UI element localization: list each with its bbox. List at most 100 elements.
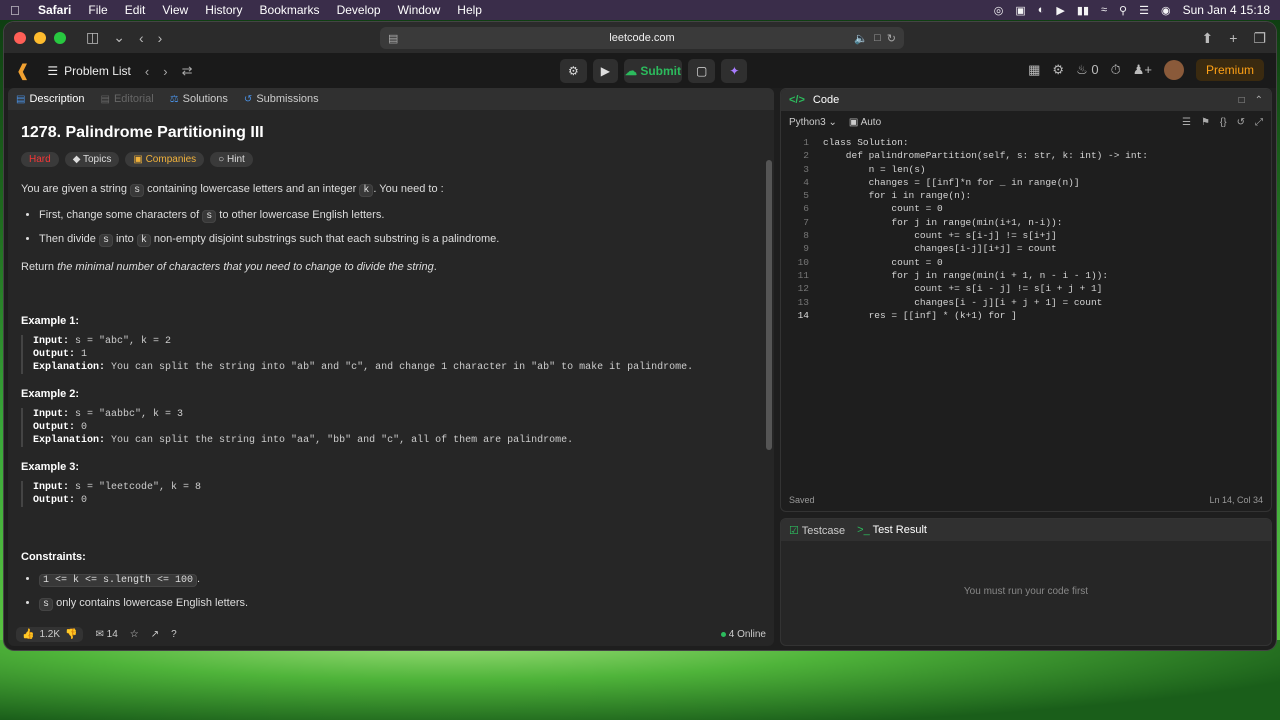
ai-assist-button[interactable]: ✦ — [721, 59, 748, 83]
comments-button[interactable]: ✉ 14 — [95, 629, 117, 640]
code-line[interactable]: 11 for j in range(min(i + 1, n - i - 1))… — [781, 269, 1271, 282]
code-text[interactable]: count += s[i - j] != s[i + j + 1] — [809, 282, 1102, 295]
back-icon[interactable]: ‹ — [139, 30, 144, 46]
code-line[interactable]: 13 changes[i - j][i + j + 1] = count — [781, 296, 1271, 309]
menu-develop[interactable]: Develop — [337, 3, 381, 17]
play-icon[interactable]: ▶ — [1056, 4, 1064, 17]
code-line[interactable]: 10 count = 0 — [781, 256, 1271, 269]
forward-icon[interactable]: › — [158, 30, 163, 46]
tab-solutions[interactable]: ⚖ Solutions — [170, 93, 228, 105]
code-line[interactable]: 3 n = len(s) — [781, 163, 1271, 176]
siri-icon[interactable]: ◉ — [1161, 4, 1171, 17]
braces-icon[interactable]: {} — [1220, 117, 1227, 128]
code-editor[interactable]: 1 class Solution: 2 def palindromePartitio… — [781, 133, 1271, 322]
url-text[interactable]: leetcode.com — [609, 32, 674, 44]
format-icon[interactable]: ☰ — [1182, 117, 1191, 128]
translate-icon[interactable]: □ — [874, 32, 881, 45]
tab-test-result[interactable]: >_ Test Result — [857, 524, 927, 536]
menu-datetime[interactable]: Sun Jan 4 15:18 — [1183, 3, 1270, 17]
menu-window[interactable]: Window — [398, 3, 441, 17]
code-line[interactable]: 12 count += s[i - j] != s[i + j + 1] — [781, 282, 1271, 295]
code-text[interactable]: res = [[inf] * (k+1) for ] — [809, 309, 1017, 322]
address-bar[interactable]: ▤ leetcode.com 🔈 □ ↻ — [380, 27, 904, 49]
search-icon[interactable]: ⚲ — [1119, 4, 1127, 17]
run-button[interactable]: ▶ — [592, 59, 618, 83]
minimize-window-button[interactable] — [34, 31, 46, 44]
screen-icon[interactable]: ▣ — [1015, 4, 1025, 17]
description-scrollbar[interactable] — [766, 160, 772, 450]
menu-view[interactable]: View — [162, 3, 188, 17]
avatar[interactable] — [1163, 60, 1184, 80]
menu-app-name[interactable]: Safari — [38, 3, 71, 17]
code-text[interactable]: changes = [[inf]*n for _ in range(n)] — [809, 176, 1080, 189]
gear-icon[interactable]: ⚙ — [1052, 62, 1064, 78]
control-center-icon[interactable]: ☰ — [1139, 4, 1149, 17]
language-select[interactable]: Python3 ⌄ — [789, 117, 837, 128]
prev-problem-icon[interactable]: ‹ — [145, 64, 149, 79]
topics-tag[interactable]: ◆ Topics — [64, 152, 120, 167]
share-icon[interactable]: ↗ — [151, 629, 159, 640]
audio-icon[interactable]: 🔈 — [854, 32, 868, 45]
code-line[interactable]: 8 count += s[i-j] != s[i+j] — [781, 229, 1271, 242]
shuffle-icon[interactable]: ⇄ — [182, 63, 193, 79]
add-user-icon[interactable]: ♟+ — [1133, 62, 1152, 78]
code-line[interactable]: 6 count = 0 — [781, 202, 1271, 215]
notes-button[interactable]: ▢ — [688, 59, 716, 83]
code-text[interactable]: changes[i-j][i+j] = count — [809, 242, 1057, 255]
tab-testcase[interactable]: ☑ Testcase — [789, 524, 845, 537]
tab-description[interactable]: ▤ Description — [16, 93, 84, 105]
code-line[interactable]: 14 res = [[inf] * (k+1) for ] — [781, 309, 1271, 322]
problem-title[interactable]: 1278. Palindrome Partitioning III — [21, 124, 761, 142]
menu-help[interactable]: Help — [457, 3, 482, 17]
menu-history[interactable]: History — [205, 3, 242, 17]
maximize-icon[interactable]: □ — [1239, 95, 1245, 106]
tab-submissions[interactable]: ↺ Submissions — [244, 93, 319, 105]
timer-icon[interactable]: ⏱ — [1111, 62, 1121, 78]
next-problem-icon[interactable]: › — [163, 64, 167, 79]
apple-icon[interactable]:  — [10, 3, 24, 18]
reload-icon[interactable]: ↻ — [887, 32, 896, 45]
premium-button[interactable]: Premium — [1195, 59, 1264, 81]
code-line[interactable]: 9 changes[i-j][i+j] = count — [781, 242, 1271, 255]
tab-overview-icon[interactable]: ❐ — [1253, 30, 1266, 47]
submit-button[interactable]: ☁ Submit — [624, 59, 682, 83]
code-text[interactable]: count = 0 — [809, 202, 942, 215]
code-text[interactable]: for j in range(min(i + 1, n - i - 1)): — [809, 269, 1108, 282]
code-line[interactable]: 4 changes = [[inf]*n for _ in range(n)] — [781, 176, 1271, 189]
code-line[interactable]: 1 class Solution: — [781, 136, 1271, 149]
code-text[interactable]: def palindromePartition(self, s: str, k:… — [809, 149, 1148, 162]
chevron-down-icon[interactable]: ⌄ — [113, 29, 125, 46]
help-icon[interactable]: ? — [171, 629, 177, 640]
thumbs-down-icon[interactable]: 👎 — [65, 629, 77, 640]
menu-file[interactable]: File — [88, 3, 107, 17]
leetcode-logo-icon[interactable]: ❰ — [16, 61, 29, 81]
code-text[interactable]: for j in range(min(i+1, n-i)): — [809, 216, 1062, 229]
zoom-window-button[interactable] — [54, 31, 66, 44]
streak-button[interactable]: ♨ 0 — [1076, 62, 1099, 78]
collapse-icon[interactable]: ⌃ — [1255, 95, 1263, 106]
code-line[interactable]: 7 for j in range(min(i+1, n-i)): — [781, 216, 1271, 229]
code-line[interactable]: 5 for i in range(n): — [781, 189, 1271, 202]
debug-button[interactable]: ⚙ — [560, 59, 587, 83]
code-text[interactable]: for i in range(n): — [809, 189, 972, 202]
menu-bookmarks[interactable]: Bookmarks — [260, 3, 320, 17]
reset-icon[interactable]: ↺ — [1237, 117, 1245, 128]
like-button[interactable]: 👍 1.2K 👎 — [16, 626, 84, 642]
code-text[interactable]: n = len(s) — [809, 163, 926, 176]
battery-icon[interactable]: ▮▮ — [1077, 4, 1089, 17]
code-text[interactable]: count += s[i-j] != s[i+j] — [809, 229, 1057, 242]
companies-tag[interactable]: ▣ Companies — [125, 152, 205, 167]
code-text[interactable]: class Solution: — [809, 136, 909, 149]
speed-icon[interactable]: ◐ — [1038, 4, 1045, 16]
fullscreen-icon[interactable]: ⤢ — [1255, 117, 1263, 128]
code-text[interactable]: changes[i - j][i + j + 1] = count — [809, 296, 1102, 309]
code-text[interactable]: count = 0 — [809, 256, 942, 269]
status-icon[interactable]: ◎ — [994, 4, 1004, 17]
page-menu-icon[interactable]: ▤ — [388, 32, 398, 45]
sidebar-icon[interactable]: ◫ — [86, 29, 99, 46]
code-line[interactable]: 2 def palindromePartition(self, s: str, … — [781, 149, 1271, 162]
share-icon[interactable]: ⬆ — [1202, 30, 1214, 47]
auto-mode[interactable]: ▣ Auto — [849, 117, 881, 128]
problem-list-link[interactable]: ☰ Problem List — [47, 64, 130, 78]
star-icon[interactable]: ☆ — [130, 629, 139, 640]
